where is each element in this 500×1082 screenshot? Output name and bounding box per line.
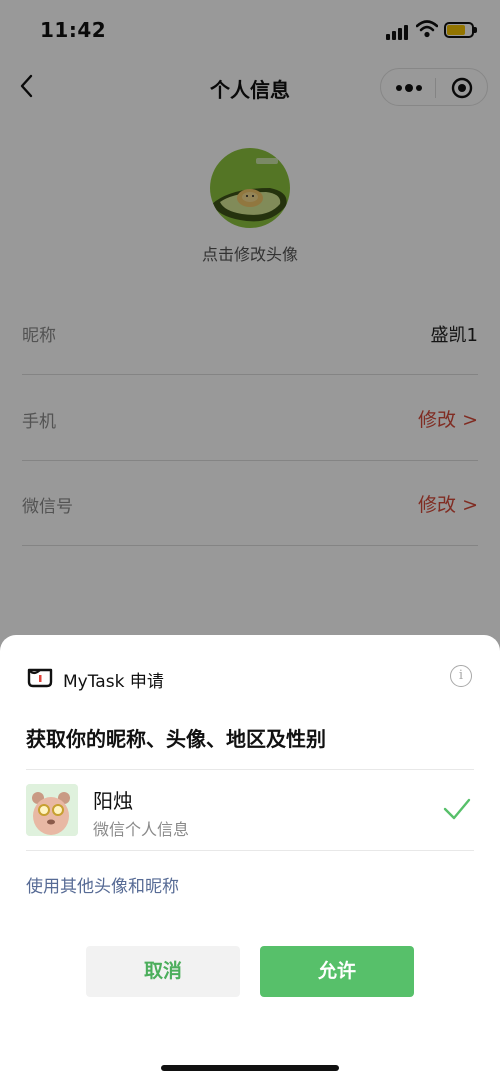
bear-avatar	[26, 784, 78, 836]
account-option[interactable]: 阳烛 微信个人信息	[26, 770, 474, 850]
mytask-logo-icon	[27, 668, 53, 688]
app-name: MyTask 申请	[63, 672, 164, 692]
home-indicator	[161, 1065, 339, 1071]
account-name: 阳烛	[93, 789, 133, 813]
check-icon	[443, 798, 471, 820]
divider	[26, 850, 474, 851]
permission-request-title: 获取你的昵称、头像、地区及性别	[26, 727, 326, 751]
authorization-sheet: MyTask 申请 i 获取你的昵称、头像、地区及性别 阳烛 微信个人信息 使用…	[0, 635, 500, 1082]
use-other-avatar-link[interactable]: 使用其他头像和昵称	[26, 872, 179, 897]
account-subtitle: 微信个人信息	[93, 820, 190, 839]
info-icon[interactable]: i	[450, 665, 472, 687]
allow-button[interactable]: 允许	[260, 946, 414, 997]
cancel-button[interactable]: 取消	[86, 946, 240, 997]
